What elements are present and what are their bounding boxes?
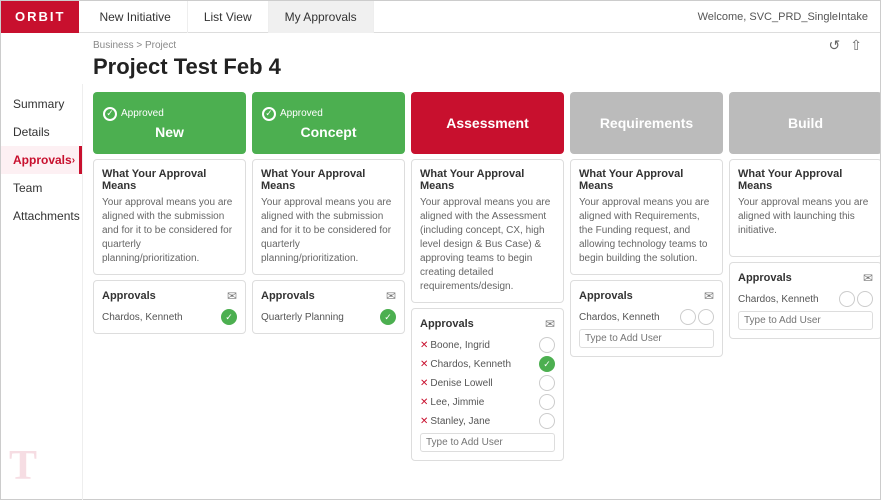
status-circle-assessment-3 [539,394,555,410]
mail-icon-requirements: ✉ [704,289,714,303]
stage-concept-approval-means: What Your Approval Means Your approval m… [252,159,405,275]
stage-assessment-means-text: Your approval means you are aligned with… [420,196,555,294]
approver-assessment-3: Lee, Jimmie [430,397,484,408]
stage-requirements-means-title: What Your Approval Means [579,168,714,192]
approver-new-0: Chardos, Kenneth [102,312,183,323]
stage-build-means-title: What Your Approval Means [738,168,873,192]
stage-concept-means-text: Your approval means you are aligned with… [261,196,396,266]
status-circle-new-0: ✓ [221,309,237,325]
sidebar-item-summary[interactable]: Summary [1,90,82,118]
mail-icon-concept: ✉ [386,289,396,303]
sidebar-item-approvals[interactable]: Approvals › [1,146,82,174]
stage-requirements-means-text: Your approval means you are aligned with… [579,196,714,266]
content-area: ✓ Approved New What Your Approval Means … [83,84,880,500]
share-button[interactable]: ⇧ [850,37,862,54]
stage-concept-approvals: Approvals ✉ Quarterly Planning ✓ [252,280,405,334]
stage-new-approval-means: What Your Approval Means Your approval m… [93,159,246,275]
stage-new-approvals: Approvals ✉ Chardos, Kenneth ✓ [93,280,246,334]
sidebar-item-details[interactable]: Details [1,118,82,146]
stage-requirements: Requirements What Your Approval Means Yo… [570,92,723,461]
add-user-requirements[interactable] [579,329,714,348]
stage-build-approvals: Approvals ✉ Chardos, Kenneth [729,262,880,339]
status-circle-assessment-4 [539,413,555,429]
stage-assessment-name: Assessment [446,115,529,131]
status-circle-assessment-0 [539,337,555,353]
sidebar: Summary Details Approvals › Team Attachm… [1,84,83,500]
stage-requirements-name: Requirements [600,115,693,131]
stage-concept-name: Concept [262,124,395,140]
mail-icon-new: ✉ [227,289,237,303]
page-title: Project Test Feb 4 [93,54,868,80]
stage-concept-approvals-label: Approvals [261,290,315,302]
status-circle-requirements-0a [680,309,696,325]
approver-concept-0: Quarterly Planning [261,312,344,323]
approver-assessment-1: Chardos, Kenneth [430,359,511,370]
status-circle-requirements-0b [698,309,714,325]
stage-concept-means-title: What Your Approval Means [261,168,396,192]
sidebar-item-attachments[interactable]: Attachments [1,202,82,230]
stage-assessment-means-title: What Your Approval Means [420,168,555,192]
refresh-button[interactable]: ↺ [829,37,841,54]
stage-assessment-approvals: Approvals ✉ ✕Boone, Ingrid ✕Chardos, Ken… [411,308,564,461]
stage-assessment-header: Assessment [411,92,564,154]
stage-new-approvals-label: Approvals [102,290,156,302]
approver-assessment-4: Stanley, Jane [430,416,490,427]
stages-row: ✓ Approved New What Your Approval Means … [93,92,880,461]
stage-build-name: Build [788,115,823,131]
stage-build-means-text: Your approval means you are aligned with… [738,196,873,238]
stage-requirements-header: Requirements [570,92,723,154]
stage-build-approval-means: What Your Approval Means Your approval m… [729,159,880,257]
stage-new-means-text: Your approval means you are aligned with… [102,196,237,266]
logo: ORBIT [1,1,79,33]
stage-new-means-title: What Your Approval Means [102,168,237,192]
stage-new-header: ✓ Approved New [93,92,246,154]
stage-new-name: New [103,124,236,140]
stage-requirements-approval-means: What Your Approval Means Your approval m… [570,159,723,275]
status-circle-assessment-1: ✓ [539,356,555,372]
stage-assessment-approvals-label: Approvals [420,318,474,330]
add-user-build[interactable] [738,311,873,330]
approver-requirements-0: Chardos, Kenneth [579,312,660,323]
mail-icon-assessment: ✉ [545,317,555,331]
approver-assessment-2: Denise Lowell [430,378,492,389]
stage-build: Build What Your Approval Means Your appr… [729,92,880,461]
nav-tab-new-initiative[interactable]: New Initiative [83,1,187,33]
status-circle-concept-0: ✓ [380,309,396,325]
stage-concept-status: Approved [280,108,323,119]
nav-tab-my-approvals[interactable]: My Approvals [269,1,374,33]
status-circle-assessment-2 [539,375,555,391]
stage-assessment-approval-means: What Your Approval Means Your approval m… [411,159,564,303]
welcome-text: Welcome, SVC_PRD_SingleIntake [698,11,880,23]
approver-build-0: Chardos, Kenneth [738,294,819,305]
stage-assessment: Assessment What Your Approval Means Your… [411,92,564,461]
stage-requirements-approvals-label: Approvals [579,290,633,302]
stage-requirements-approvals: Approvals ✉ Chardos, Kenneth [570,280,723,357]
stage-new-status: Approved [121,108,164,119]
add-user-assessment[interactable] [420,433,555,452]
stage-concept-header: ✓ Approved Concept [252,92,405,154]
stage-concept: ✓ Approved Concept What Your Approval Me… [252,92,405,461]
mail-icon-build: ✉ [863,271,873,285]
nav-tab-list-view[interactable]: List View [188,1,269,33]
breadcrumb: Business > Project [93,40,176,51]
stage-build-approvals-label: Approvals [738,272,792,284]
sidebar-item-team[interactable]: Team [1,174,82,202]
status-circle-build-0b [857,291,873,307]
status-circle-build-0a [839,291,855,307]
stage-build-header: Build [729,92,880,154]
approver-assessment-0: Boone, Ingrid [430,340,490,351]
stage-new: ✓ Approved New What Your Approval Means … [93,92,246,461]
tmobile-watermark: T [9,442,37,490]
